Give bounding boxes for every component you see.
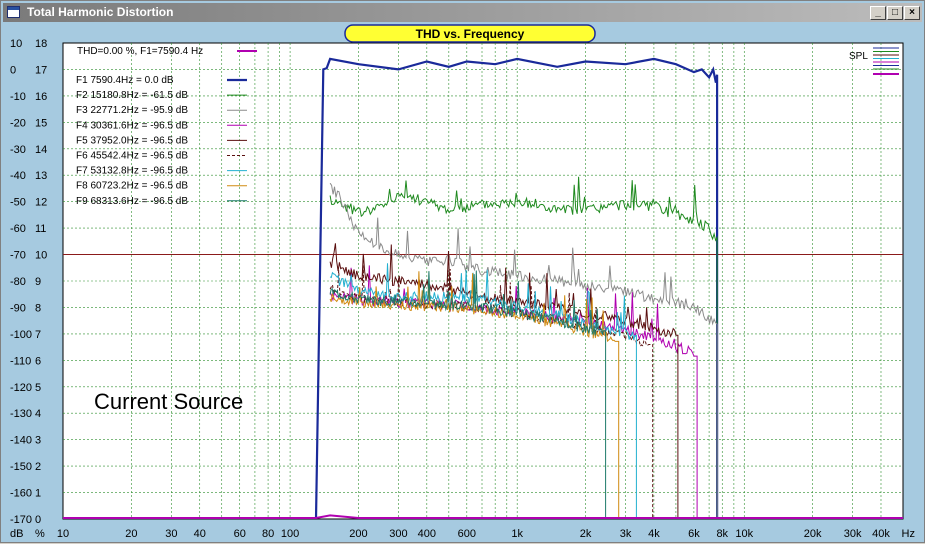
y-tick-label-pct: 16 [35, 91, 47, 103]
x-tick-label: 1k [511, 528, 523, 540]
current-source-annotation: Current Source [94, 389, 243, 414]
x-tick-label: 4k [648, 528, 660, 540]
x-tick-label: 200 [349, 528, 367, 540]
x-tick-label: 100 [281, 528, 299, 540]
y-tick-label-db: -150 [10, 461, 32, 473]
x-tick-label: 8k [716, 528, 728, 540]
y-tick-label-pct: 1 [35, 488, 41, 500]
x-tick-label: 20 [125, 528, 137, 540]
y-tick-label-db: -50 [10, 197, 26, 209]
chart-title: THD vs. Frequency [416, 27, 525, 41]
y-tick-label-pct: 5 [35, 382, 41, 394]
y-tick-label-db: -90 [10, 302, 26, 314]
x-tick-label: 400 [418, 528, 436, 540]
legend-label: F5 37952.0Hz = -96.5 dB [76, 135, 188, 146]
y-tick-label-pct: 15 [35, 117, 47, 129]
legend-label: F2 15180.8Hz = -61.5 dB [76, 90, 188, 101]
y-tick-label-db: -80 [10, 276, 26, 288]
y-tick-label-pct: 12 [35, 197, 47, 209]
y-tick-label-db: -60 [10, 223, 26, 235]
x-tick-label: 2k [580, 528, 592, 540]
x-tick-label: 600 [458, 528, 476, 540]
y-tick-label-db: -10 [10, 91, 26, 103]
x-tick-label: 80 [262, 528, 274, 540]
thd-readout: THD=0.00 %, F1=7590.4 Hz [77, 46, 203, 57]
y-tick-label-pct: 10 [35, 250, 47, 262]
y-tick-label-db: 10 [10, 38, 22, 50]
y-unit-pct: % [35, 528, 45, 540]
x-tick-label: 3k [620, 528, 632, 540]
x-tick-label: 6k [688, 528, 700, 540]
x-tick-label: 30 [165, 528, 177, 540]
thd-chart: 10 180 17-10 16-20 15-30 14-40 13-50 12-60 11-70… [10, 24, 915, 540]
x-tick-label: 40k [872, 528, 890, 540]
y-tick-label-db: -40 [10, 170, 26, 182]
y-tick-label-db: 0 [10, 64, 16, 76]
x-tick-label: 20k [804, 528, 822, 540]
legend-label: F8 60723.2Hz = -96.5 dB [76, 181, 188, 192]
y-tick-label-pct: 3 [35, 435, 41, 447]
y-tick-label-db: -20 [10, 117, 26, 129]
x-axis-unit: Hz [902, 528, 915, 540]
y-tick-label-pct: 6 [35, 355, 41, 367]
y-tick-label-pct: 2 [35, 461, 41, 473]
legend-label: F3 22771.2Hz = -95.9 dB [76, 105, 188, 116]
y-tick-label-pct: 11 [35, 223, 46, 235]
x-tick-label: 40 [194, 528, 206, 540]
y-tick-label-db: -100 [10, 329, 32, 341]
x-tick-label: 300 [389, 528, 407, 540]
legend-label: F9 68313.6Hz = -96.5 dB [76, 196, 188, 207]
y-tick-label-pct: 0 [35, 514, 41, 526]
x-tick-label: 10k [735, 528, 753, 540]
y-tick-label-db: -110 [10, 355, 31, 367]
x-tick-label: 30k [844, 528, 862, 540]
thd-window: Total Harmonic Distortion _ □ × 10 18 0 17-… [0, 0, 925, 543]
legend-label: F7 53132.8Hz = -96.5 dB [76, 166, 188, 177]
y-tick-label-pct: 17 [35, 64, 47, 76]
x-tick-label: 60 [234, 528, 246, 540]
y-tick-label-pct: 18 [35, 38, 47, 50]
y-unit-db: dB [10, 528, 23, 540]
y-tick-label-pct: 9 [35, 276, 41, 288]
y-tick-label-db: -170 [10, 514, 32, 526]
y-tick-label-db: -140 [10, 435, 32, 447]
legend-label: F6 45542.4Hz = -96.5 dB [76, 151, 188, 162]
y-tick-label-pct: 7 [35, 329, 41, 341]
y-tick-label-pct: 4 [35, 408, 41, 420]
x-tick-label: 10 [57, 528, 69, 540]
y-tick-label-pct: 13 [35, 170, 47, 182]
y-tick-label-db: -30 [10, 144, 26, 156]
y-tick-label-db: -160 [10, 488, 32, 500]
legend-label: F1 7590.4Hz = 0.0 dB [76, 75, 174, 86]
y-tick-label-db: -130 [10, 408, 32, 420]
legend-label: F4 30361.6Hz = -96.5 dB [76, 120, 188, 131]
y-tick-label-pct: 14 [35, 144, 47, 156]
spl-legend-label: SPL [849, 51, 868, 62]
y-tick-label-db: -70 [10, 250, 26, 262]
y-tick-label-pct: 8 [35, 302, 41, 314]
y-tick-label-db: -120 [10, 382, 32, 394]
